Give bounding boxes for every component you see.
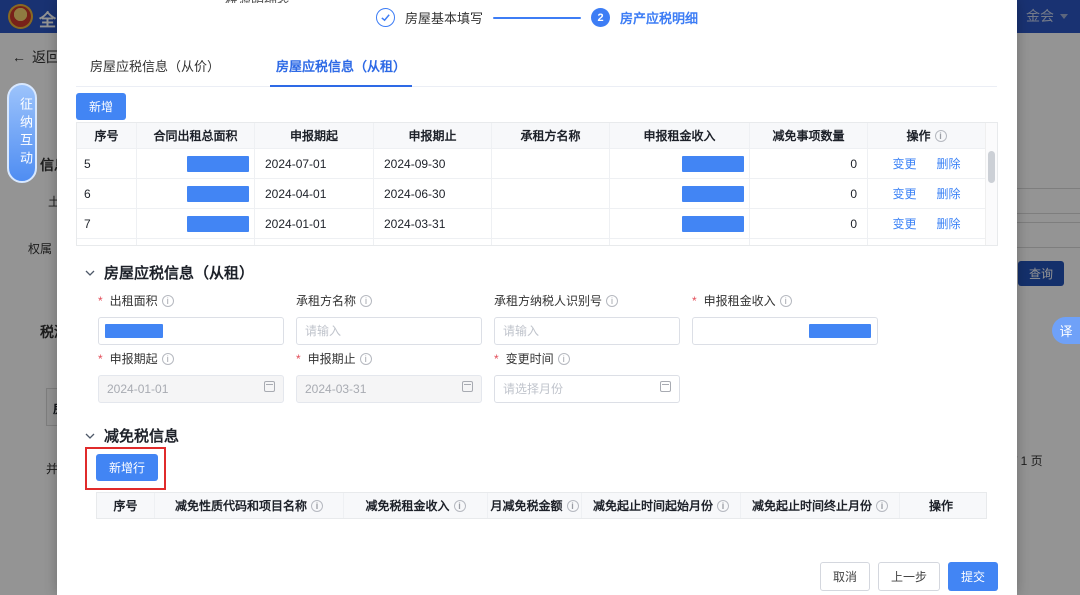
col-tenant: 承租方名称 — [492, 123, 610, 148]
info-icon[interactable] — [876, 500, 888, 512]
col-start-month: 减免起止时间起始月份 — [582, 493, 741, 518]
cancel-button[interactable]: 取消 — [820, 562, 870, 591]
chevron-down-icon — [85, 268, 95, 278]
info-icon[interactable] — [780, 295, 792, 307]
property-tax-detail-modal: 税源明细表 房屋基本填写 2 房产应税明细 房屋应税信息（从价） 房屋应税信息（… — [57, 0, 1017, 595]
delete-link[interactable]: 删除 — [937, 185, 961, 202]
submit-button[interactable]: 提交 — [948, 562, 998, 591]
tenant-taxid-field[interactable] — [494, 317, 680, 345]
red-annotation-box — [85, 447, 166, 490]
tab-rental[interactable]: 房屋应税信息（从租） — [270, 48, 412, 87]
info-icon[interactable] — [717, 500, 729, 512]
tenant-name-field[interactable] — [296, 317, 482, 345]
info-icon[interactable] — [360, 353, 372, 365]
info-icon[interactable] — [162, 295, 174, 307]
change-time-field[interactable] — [494, 375, 680, 403]
info-icon[interactable] — [935, 130, 947, 142]
delete-link[interactable]: 删除 — [937, 215, 961, 232]
period-end-field[interactable] — [296, 375, 482, 403]
step1-label: 房屋基本填写 — [405, 8, 483, 27]
calendar-icon — [462, 381, 473, 392]
prev-step-button[interactable]: 上一步 — [878, 562, 940, 591]
redacted-value — [105, 324, 163, 338]
translate-floating-button[interactable]: 译 — [1052, 317, 1080, 344]
col-exempt-code: 减免性质代码和项目名称 — [155, 493, 344, 518]
chevron-down-icon — [85, 431, 95, 441]
col-monthly-amount: 月减免税金额 — [488, 493, 582, 518]
col-period-end: 申报期止 — [374, 123, 492, 148]
col-exempt-income: 减免税租金收入 — [344, 493, 488, 518]
tab-bar: 房屋应税信息（从价） 房屋应税信息（从租） — [76, 48, 997, 87]
col-total-area: 合同出租总面积 — [137, 123, 255, 148]
table-row-partial — [77, 238, 997, 246]
table-row: 5 2024-07-01 2024-09-30 0 变更 删除 — [77, 148, 997, 178]
col-period-start: 申报期起 — [255, 123, 374, 148]
rental-records-table: 序号 合同出租总面积 申报期起 申报期止 承租方名称 申报租金收入 减免事项数量… — [76, 122, 998, 246]
redacted-value — [187, 186, 249, 202]
change-time-label: 变更时间 — [494, 350, 680, 367]
tab-ad-valorem[interactable]: 房屋应税信息（从价） — [84, 48, 226, 86]
table-header-row: 序号 合同出租总面积 申报期起 申报期止 承租方名称 申报租金收入 减免事项数量… — [77, 123, 997, 148]
tenant-taxid-label: 承租方纳税人识别号 — [494, 292, 680, 309]
clipped-modal-title: 税源明细表 — [225, 0, 290, 3]
info-icon[interactable] — [454, 500, 466, 512]
change-link[interactable]: 变更 — [892, 185, 916, 202]
rent-area-field[interactable] — [98, 317, 284, 345]
info-icon[interactable] — [311, 500, 323, 512]
info-icon[interactable] — [558, 353, 570, 365]
info-icon[interactable] — [360, 295, 372, 307]
info-icon[interactable] — [162, 353, 174, 365]
rental-info-section-title: 房屋应税信息（从租） — [85, 262, 254, 283]
interaction-floating-button[interactable]: 征纳互动 — [7, 83, 37, 183]
info-icon[interactable] — [567, 500, 579, 512]
wizard-stepper: 房屋基本填写 2 房产应税明细 — [57, 8, 1017, 27]
redacted-value — [809, 324, 871, 338]
calendar-icon — [660, 381, 671, 392]
delete-link[interactable]: 删除 — [937, 155, 961, 172]
table-scrollbar[interactable] — [985, 123, 997, 245]
col-rent-income: 申报租金收入 — [610, 123, 750, 148]
step2-label: 房产应税明细 — [620, 8, 698, 27]
redacted-value — [682, 216, 744, 232]
rent-income-field[interactable] — [692, 317, 878, 345]
exempt-table-header: 序号 减免性质代码和项目名称 减免税租金收入 月减免税金额 减免起止时间起始月份… — [96, 492, 987, 519]
exempt-section-title: 减免税信息 — [85, 425, 179, 446]
step2-number-badge: 2 — [591, 8, 610, 27]
col-exempt-count: 减免事项数量 — [750, 123, 868, 148]
calendar-icon — [264, 381, 275, 392]
redacted-value — [187, 156, 249, 172]
col-seq: 序号 — [77, 123, 137, 148]
redacted-value — [682, 156, 744, 172]
col-seq: 序号 — [97, 493, 155, 518]
col-actions: 操作 — [868, 123, 985, 148]
tenant-name-label: 承租方名称 — [296, 292, 482, 309]
redacted-value — [682, 186, 744, 202]
col-actions: 操作 — [900, 493, 982, 518]
table-row: 6 2024-04-01 2024-06-30 0 变更 删除 — [77, 178, 997, 208]
redacted-value — [187, 216, 249, 232]
step1-check-icon — [376, 8, 395, 27]
period-start-label: 申报期起 — [98, 350, 284, 367]
add-button[interactable]: 新增 — [76, 93, 126, 120]
change-link[interactable]: 变更 — [892, 215, 916, 232]
footer-actions: 取消 上一步 提交 — [820, 562, 998, 591]
change-link[interactable]: 变更 — [892, 155, 916, 172]
period-end-label: 申报期止 — [296, 350, 482, 367]
stepper-connector — [493, 17, 581, 19]
scrollbar-thumb[interactable] — [988, 151, 995, 183]
table-row: 7 2024-01-01 2024-03-31 0 变更 删除 — [77, 208, 997, 238]
col-end-month: 减免起止时间终止月份 — [741, 493, 900, 518]
rent-income-label: 申报租金收入 — [692, 292, 878, 309]
rent-area-label: 出租面积 — [98, 292, 284, 309]
info-icon[interactable] — [606, 295, 618, 307]
period-start-field[interactable] — [98, 375, 284, 403]
